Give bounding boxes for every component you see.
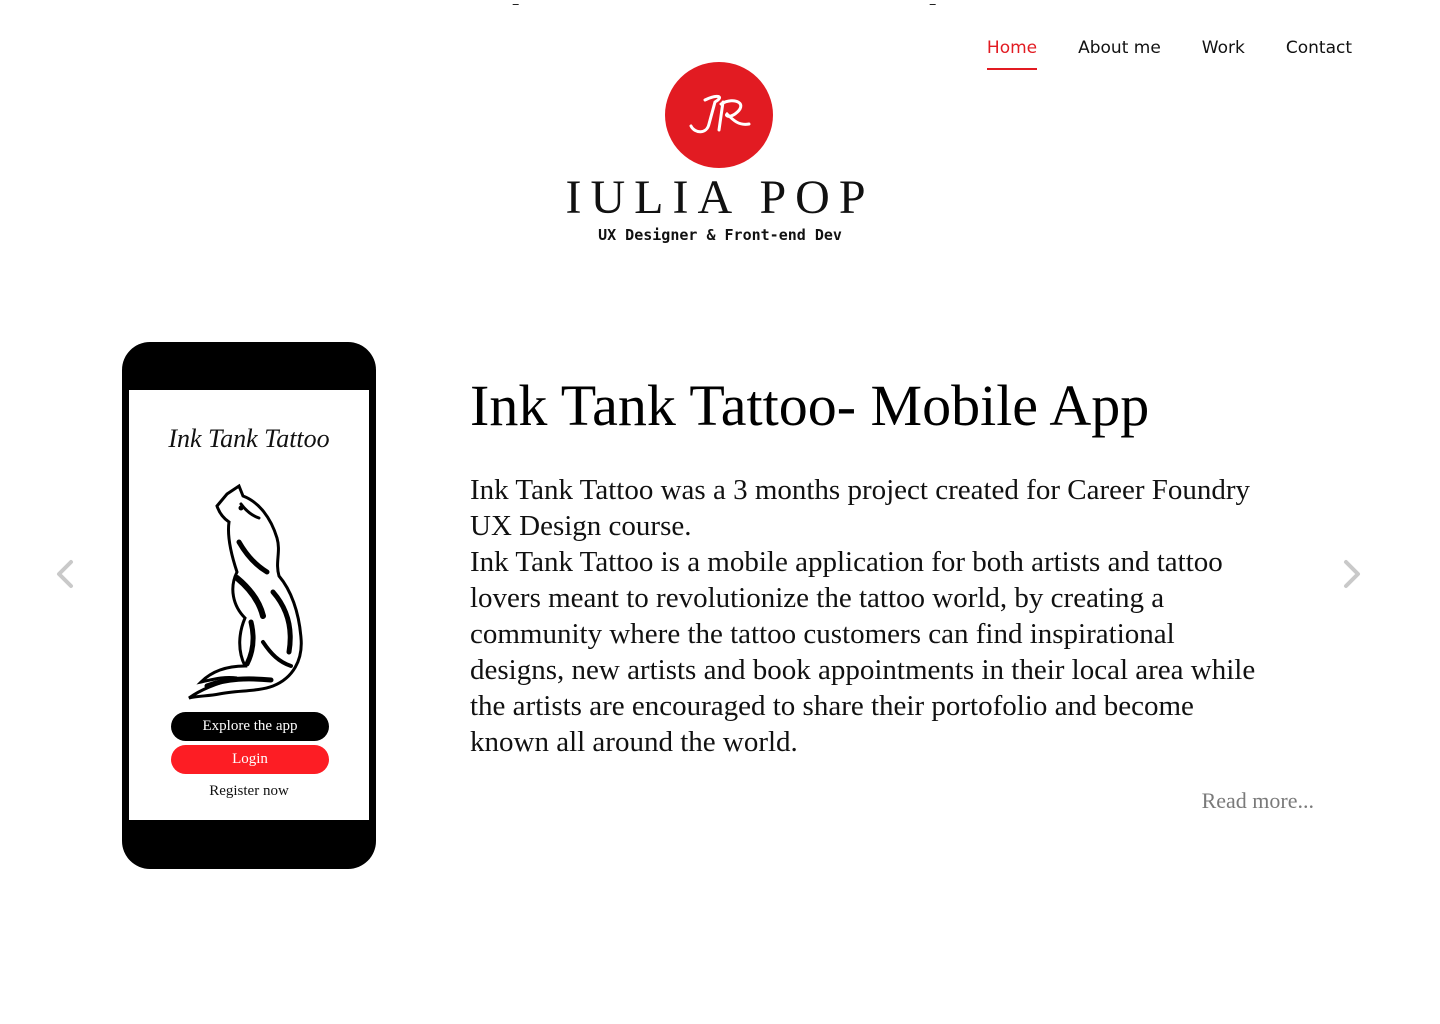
top-edge-mark bbox=[508, 0, 520, 5]
project-title: Ink Tank Tattoo- Mobile App bbox=[470, 373, 1150, 438]
chevron-left-icon bbox=[57, 560, 73, 588]
carousel-next-button[interactable] bbox=[1334, 556, 1370, 592]
monogram-icon bbox=[689, 94, 751, 134]
login-button[interactable]: Login bbox=[171, 745, 329, 774]
nav-home[interactable]: Home bbox=[986, 38, 1038, 70]
register-link[interactable]: Register now bbox=[129, 783, 369, 800]
top-edge-mark bbox=[925, 0, 937, 5]
project-description: Ink Tank Tattoo was a 3 months project c… bbox=[470, 472, 1270, 760]
logo-tagline: UX Designer & Front-end Dev bbox=[598, 226, 842, 244]
app-title: Ink Tank Tattoo bbox=[168, 424, 330, 453]
logo-monogram-badge bbox=[665, 62, 773, 168]
phone-mockup[interactable]: Ink Tank Tattoo Explore the app Login Re… bbox=[122, 342, 376, 869]
carousel-prev-button[interactable] bbox=[47, 556, 83, 592]
chevron-right-icon bbox=[1344, 560, 1360, 588]
nav-contact[interactable]: Contact bbox=[1286, 38, 1352, 70]
portfolio-page: Home About me Work Contact IULIA POP UX … bbox=[0, 0, 1440, 1024]
site-logo[interactable]: IULIA POP UX Designer & Front-end Dev bbox=[548, 62, 892, 252]
phone-screen: Ink Tank Tattoo Explore the app Login Re… bbox=[129, 390, 369, 820]
logo-name: IULIA POP bbox=[565, 171, 875, 224]
nav-about-me[interactable]: About me bbox=[1078, 38, 1161, 70]
explore-app-button[interactable]: Explore the app bbox=[171, 712, 329, 741]
wolf-icon bbox=[188, 483, 303, 700]
read-more-link[interactable]: Read more... bbox=[1202, 788, 1314, 814]
description-paragraph: Ink Tank Tattoo was a 3 months project c… bbox=[470, 474, 1251, 542]
main-nav: Home About me Work Contact bbox=[946, 38, 1352, 70]
description-paragraph: Ink Tank Tattoo is a mobile application … bbox=[470, 546, 1256, 758]
nav-work[interactable]: Work bbox=[1202, 38, 1245, 70]
